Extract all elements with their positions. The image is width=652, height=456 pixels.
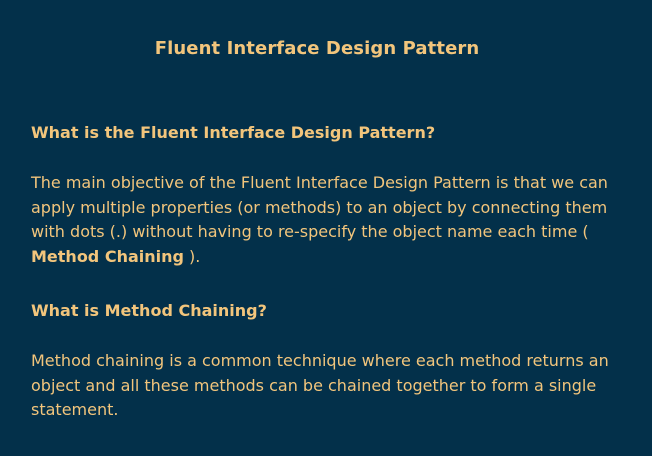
slide: Fluent Interface Design Pattern What is … [0,0,652,456]
paragraph-text: The main objective of the Fluent Interfa… [31,173,608,241]
section-heading-fluent-interface: What is the Fluent Interface Design Patt… [31,123,436,142]
slide-title: Fluent Interface Design Pattern [154,38,480,59]
section-heading-method-chaining: What is Method Chaining? [31,301,267,320]
section-paragraph-method-chaining: Method chaining is a common technique wh… [31,351,609,419]
paragraph-text-end: ). [183,246,201,266]
section-paragraph-fluent-interface: The main objective of the Fluent Interfa… [31,171,631,269]
method-chaining-emphasis: Method Chaining [31,246,184,266]
slide-content: What is the Fluent Interface Design Patt… [31,122,631,423]
